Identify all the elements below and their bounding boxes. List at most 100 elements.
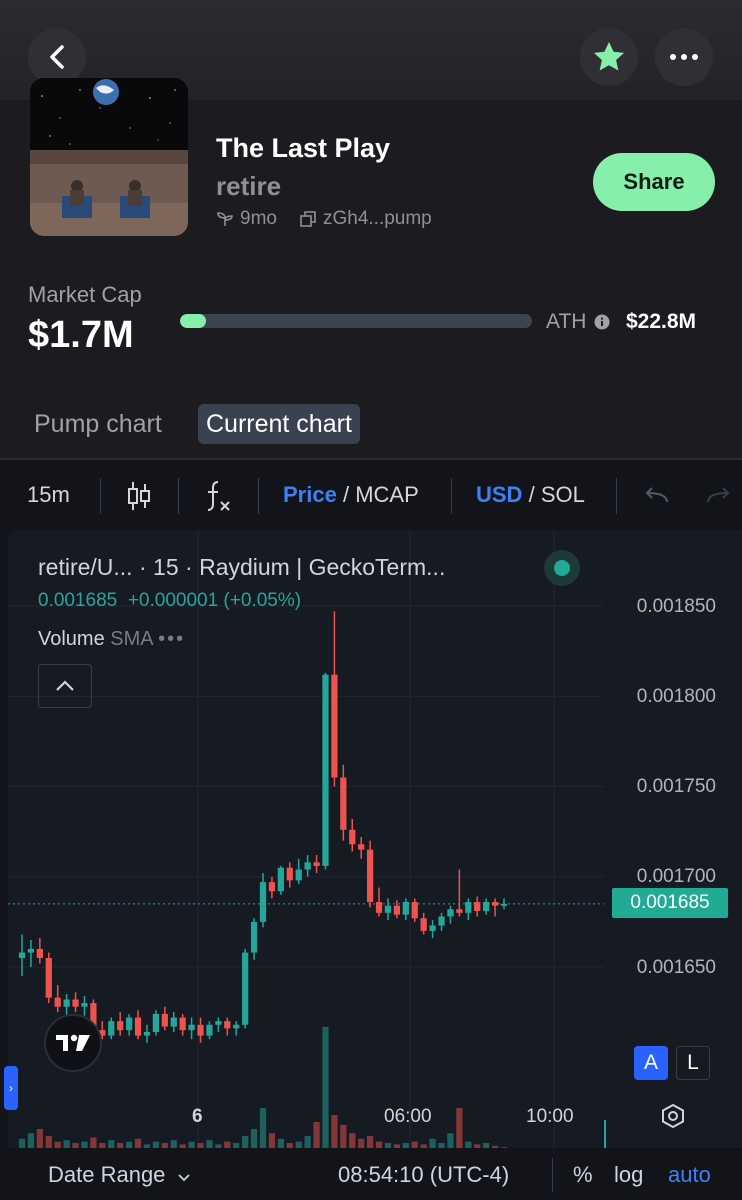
mcap-option[interactable]: MCAP	[355, 482, 419, 507]
tab-current-chart[interactable]: Current chart	[198, 404, 360, 444]
candle-body	[420, 918, 427, 931]
share-button[interactable]: Share	[593, 153, 715, 211]
candle-body	[224, 1021, 231, 1029]
volume-bar	[604, 1120, 606, 1150]
chart-settings-icon[interactable]	[660, 1103, 686, 1129]
date-range-button[interactable]: Date Range	[48, 1162, 190, 1188]
chevron-down-icon	[177, 1174, 190, 1182]
chart-footer: Date Range 08:54:10 (UTC-4) % log auto	[0, 1148, 742, 1200]
chart-area[interactable]: retire/U... · 15 · Raydium | GeckoTerm..…	[4, 530, 742, 1200]
currency-toggle[interactable]: USD / SOL	[476, 482, 585, 508]
candles-icon[interactable]	[126, 480, 152, 512]
usd-option[interactable]: USD	[476, 482, 522, 507]
ohlc-readout: 0.001685 +0.000001 (+0.05%)	[38, 590, 301, 612]
volume-bar	[331, 1115, 338, 1150]
sol-option[interactable]: SOL	[541, 482, 585, 507]
footer-divider	[552, 1158, 553, 1192]
undo-icon[interactable]	[643, 486, 669, 506]
auto-button[interactable]: auto	[668, 1162, 711, 1188]
candle-body	[259, 882, 267, 922]
candle-body	[108, 1021, 115, 1036]
candle-body	[179, 1017, 186, 1031]
chart-interval: 15	[153, 554, 179, 580]
volume-bar	[259, 1108, 267, 1150]
candle-body	[45, 957, 52, 998]
candle-body	[286, 867, 293, 881]
volume-bar	[322, 1026, 329, 1150]
token-age: 9mo	[240, 208, 277, 229]
candle-body	[340, 777, 347, 830]
candle-body	[456, 909, 463, 913]
x-tick: 6	[192, 1106, 203, 1127]
candle-body	[358, 844, 365, 850]
candle-body	[197, 1024, 204, 1036]
candle-body	[81, 1003, 88, 1007]
tradingview-logo[interactable]	[44, 1014, 102, 1072]
candle-body	[331, 674, 338, 778]
candle-body	[170, 1017, 177, 1027]
candle-body	[63, 999, 70, 1007]
candle-body	[125, 1017, 133, 1031]
candle-body	[349, 829, 356, 845]
token-address[interactable]: zGh4...pump	[323, 208, 432, 230]
candle-body	[295, 869, 302, 881]
chart-symbol: retire/U...	[38, 554, 133, 580]
ath-progress-fill	[180, 314, 207, 328]
candle-body	[402, 902, 409, 915]
expand-sidebar-handle[interactable]: ›	[4, 1066, 18, 1110]
date-range-label: Date Range	[48, 1162, 166, 1187]
candle-body	[384, 905, 392, 913]
token-name: The Last Play	[216, 133, 391, 163]
timezone-clock[interactable]: 08:54:10 (UTC-4)	[338, 1162, 509, 1188]
candle-body	[206, 1024, 213, 1036]
sma-label: SMA	[110, 628, 153, 650]
tab-pump-chart[interactable]: Pump chart	[34, 404, 162, 444]
indicators-icon[interactable]	[202, 478, 232, 514]
volume-bar	[313, 1122, 320, 1150]
candle-body	[233, 1024, 240, 1029]
candle-body	[268, 882, 276, 892]
candle-body	[143, 1031, 151, 1036]
candle-body	[304, 862, 311, 870]
candle-body	[491, 902, 499, 906]
ath-progress-bar	[180, 314, 532, 328]
candle-body	[500, 903, 508, 906]
info-icon[interactable]	[594, 314, 610, 330]
y-tick: 0.001750	[636, 776, 716, 797]
more-button[interactable]	[655, 28, 713, 86]
candle-body	[161, 1013, 168, 1027]
token-ticker: retire	[216, 171, 282, 201]
favorite-button[interactable]	[580, 28, 638, 86]
candle-body	[152, 1013, 160, 1032]
percent-scale-button[interactable]: %	[573, 1162, 593, 1188]
price-chart[interactable]	[8, 530, 742, 1150]
redo-icon[interactable]	[706, 486, 732, 506]
live-status-indicator	[544, 550, 580, 586]
legend-more-icon[interactable]: •••	[158, 628, 185, 650]
toggle-separator: /	[528, 482, 535, 507]
candle-body	[447, 909, 454, 917]
chart-legend: retire/U... · 15 · Raydium | GeckoTerm..…	[38, 554, 446, 580]
log-scale-button[interactable]: L	[676, 1046, 710, 1080]
token-image	[30, 78, 188, 236]
collapse-legend-button[interactable]	[38, 664, 92, 708]
candle-body	[117, 1021, 124, 1031]
ath-value: $22.8M	[626, 310, 697, 333]
chart-source: Raydium | GeckoTerm...	[199, 554, 446, 580]
ath-label-group: ATH	[546, 310, 610, 334]
chevron-left-icon	[50, 45, 64, 69]
log-button[interactable]: log	[614, 1162, 643, 1188]
toggle-separator: /	[342, 482, 350, 507]
copy-icon[interactable]	[299, 210, 317, 228]
toolbar-divider	[258, 478, 259, 514]
candle-body	[483, 902, 490, 912]
interval-selector[interactable]: 15m	[27, 482, 70, 508]
price-option[interactable]: Price	[283, 482, 337, 507]
chevron-up-icon	[56, 680, 74, 691]
auto-scale-button[interactable]: A	[634, 1046, 668, 1080]
y-tick: 0.001800	[636, 686, 716, 707]
toolbar-divider	[100, 478, 101, 514]
price-mcap-toggle[interactable]: Price / MCAP	[283, 482, 419, 508]
volume-bar	[456, 1108, 463, 1150]
candle-body	[322, 674, 329, 866]
